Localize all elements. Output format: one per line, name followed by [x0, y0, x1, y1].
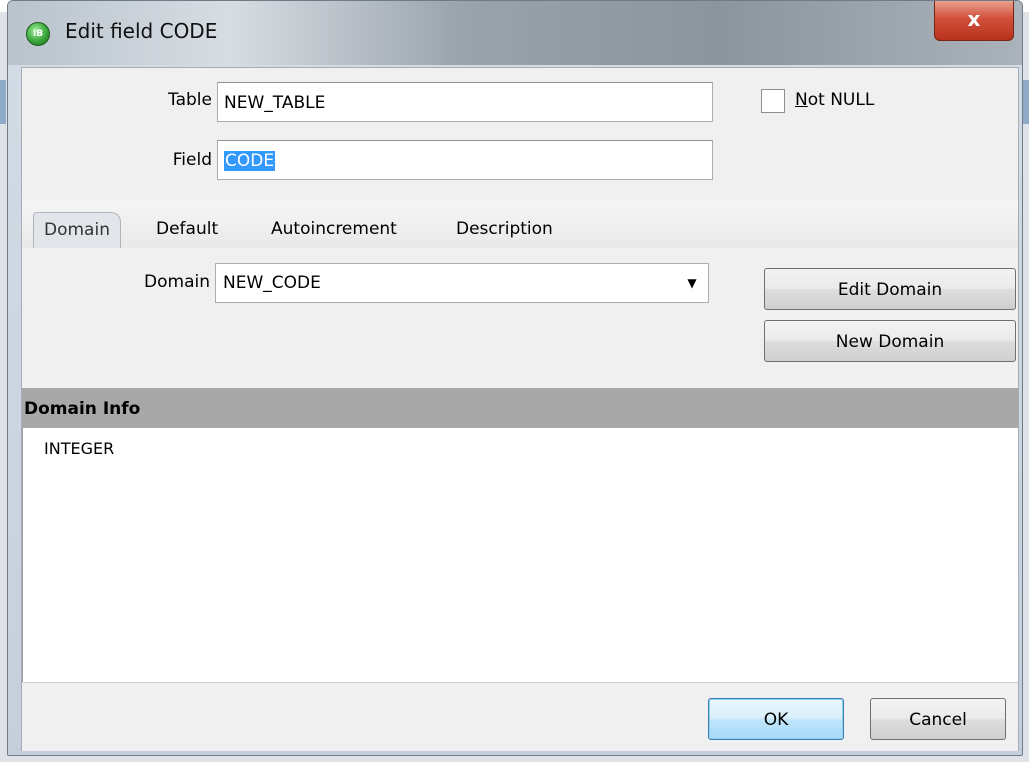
- edit-domain-button[interactable]: Edit Domain: [764, 268, 1016, 310]
- field-input[interactable]: CODE: [217, 140, 713, 180]
- new-domain-button[interactable]: New Domain: [764, 320, 1016, 362]
- field-label: Field: [172, 150, 212, 170]
- background-window-edge: [0, 80, 6, 124]
- table-label: Table: [168, 90, 212, 110]
- edit-field-dialog: IB Edit field CODE x Table NEW_TABLE Not…: [7, 0, 1023, 756]
- domain-info-header: Domain Info: [22, 388, 1018, 428]
- ok-button[interactable]: OK: [708, 698, 844, 740]
- tab-description[interactable]: Description: [446, 212, 563, 248]
- background-window-edge: [1023, 80, 1029, 124]
- tab-strip: Domain Default Autoincrement Description: [22, 200, 1018, 249]
- title-bar[interactable]: IB Edit field CODE x: [8, 1, 1022, 65]
- domain-select-value: NEW_CODE: [223, 273, 321, 293]
- dialog-client-area: Table NEW_TABLE Not NULL Field CODE Doma…: [21, 67, 1019, 751]
- table-value: NEW_TABLE: [224, 93, 326, 113]
- chevron-down-icon[interactable]: ▼: [678, 266, 706, 300]
- domain-info-text: INTEGER: [44, 439, 115, 458]
- close-icon: x: [967, 7, 981, 31]
- domain-select[interactable]: NEW_CODE ▼: [215, 263, 709, 303]
- dialog-footer: [22, 682, 1018, 751]
- field-value: CODE: [224, 151, 276, 171]
- cancel-button[interactable]: Cancel: [870, 698, 1006, 740]
- domain-info-panel: INTEGER: [22, 428, 1018, 682]
- not-null-mnemonic: N: [795, 90, 808, 110]
- domain-label: Domain: [144, 272, 210, 292]
- ib-app-icon: IB: [26, 22, 50, 46]
- tab-domain[interactable]: Domain: [33, 212, 121, 249]
- close-button[interactable]: x: [934, 1, 1014, 41]
- not-null-checkbox[interactable]: [761, 89, 785, 113]
- table-input[interactable]: NEW_TABLE: [217, 82, 713, 122]
- window-title: Edit field CODE: [65, 19, 218, 43]
- not-null-label-rest: ot NULL: [807, 90, 875, 110]
- tab-default[interactable]: Default: [146, 212, 228, 248]
- not-null-label[interactable]: Not NULL: [795, 90, 874, 110]
- tab-autoincrement[interactable]: Autoincrement: [261, 212, 407, 248]
